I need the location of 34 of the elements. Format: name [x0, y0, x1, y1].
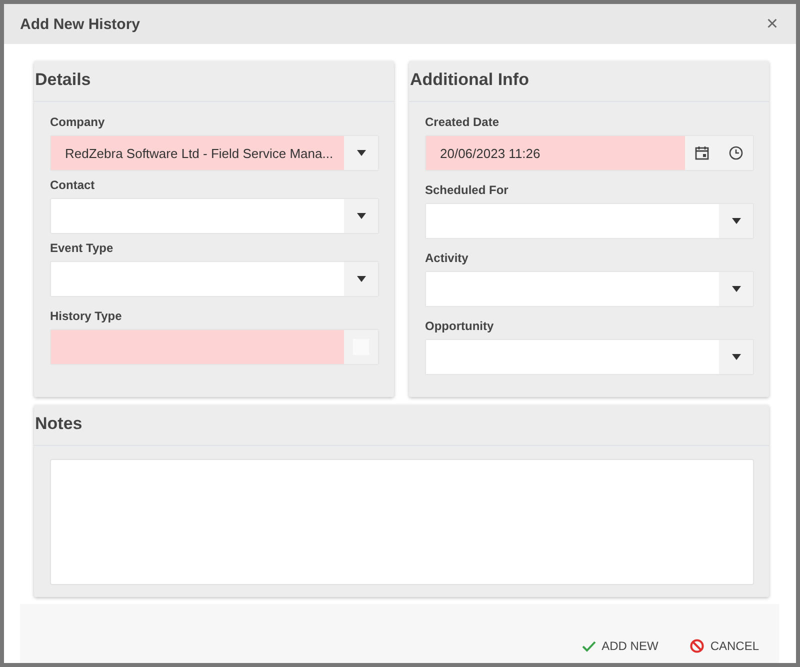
caret-icon — [732, 354, 740, 360]
caret-icon — [732, 218, 740, 224]
field-label: Scheduled For — [425, 183, 510, 197]
caret-icon — [356, 213, 366, 219]
clock-icon — [729, 146, 743, 160]
panel-title: Details — [34, 61, 394, 102]
date-field[interactable]: 20/06/2023 11:26 — [425, 135, 754, 171]
select-field[interactable] — [425, 339, 754, 375]
field-label: Opportunity — [425, 319, 495, 333]
field-label: Activity — [425, 251, 470, 265]
field-label: Contact — [50, 178, 96, 192]
notes-field[interactable] — [50, 459, 754, 585]
select-field[interactable] — [50, 329, 379, 365]
select-field[interactable] — [425, 203, 754, 239]
caret-icon — [356, 150, 366, 156]
calendar-icon — [695, 146, 709, 160]
field-label: Created Date — [425, 115, 500, 129]
field-label: Event Type — [50, 241, 114, 255]
close-button[interactable]: × — [766, 14, 778, 34]
select-field[interactable] — [425, 271, 754, 307]
select-field[interactable]: RedZebra Software Ltd - Field Service Mana... — [50, 135, 379, 171]
ban-icon — [690, 639, 704, 653]
panel-title: Additional Info — [409, 61, 769, 102]
cancel-button[interactable]: CANCEL — [690, 639, 759, 653]
caret-icon — [356, 276, 366, 282]
dialog-title: Add New History — [20, 16, 140, 32]
field-label: Company — [50, 115, 106, 129]
select-field[interactable] — [50, 261, 379, 297]
panel-title: Notes — [34, 405, 769, 446]
add-button[interactable]: ADD NEW — [582, 639, 658, 653]
caret-icon — [732, 286, 740, 292]
select-field[interactable] — [50, 198, 379, 234]
check-icon — [582, 640, 596, 652]
field-label: History Type — [50, 309, 123, 323]
